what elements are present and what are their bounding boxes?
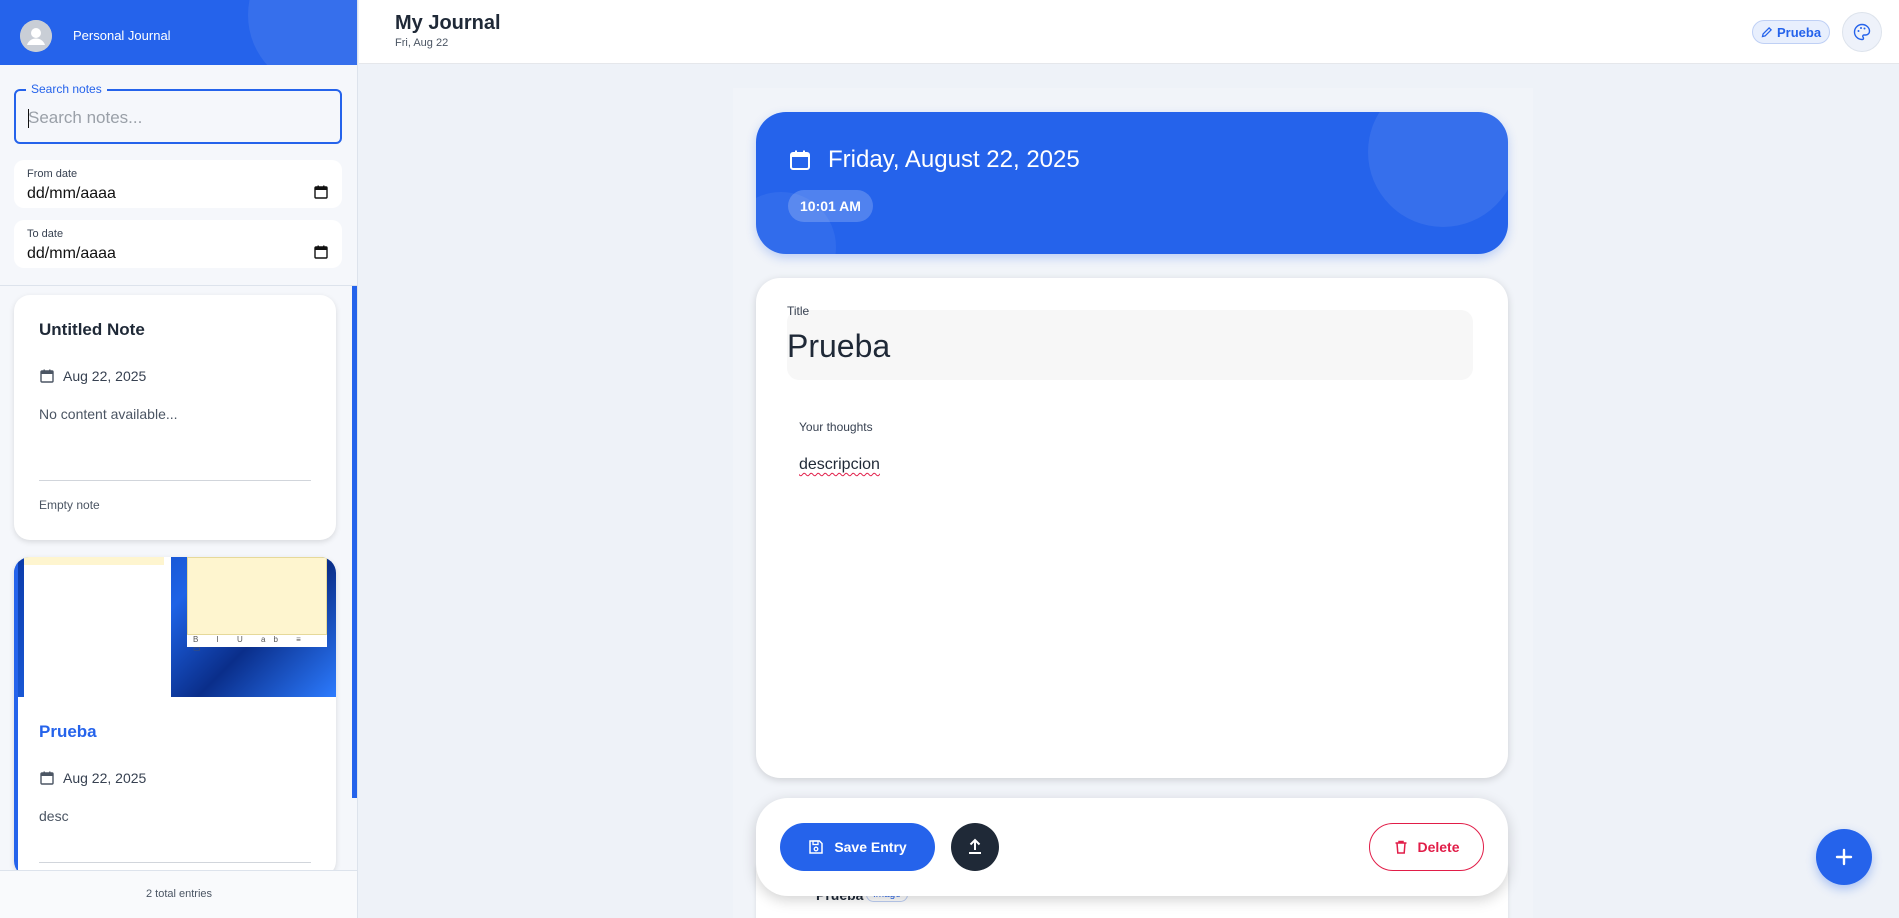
- floppy-disk-icon: [809, 840, 824, 854]
- search-field[interactable]: Search notes: [14, 82, 342, 144]
- text-caret: [28, 109, 29, 128]
- upload-button[interactable]: [951, 823, 999, 871]
- search-input[interactable]: [28, 108, 328, 128]
- title-input[interactable]: Prueba: [787, 328, 890, 365]
- thumbnail-sticky-note: [187, 557, 327, 635]
- entry-time: 10:01 AM: [788, 190, 873, 222]
- from-date-field[interactable]: From date dd/mm/aaaa: [14, 160, 342, 208]
- from-date-label: From date: [27, 168, 78, 180]
- thumbnail-panel: [24, 557, 171, 697]
- thumbnail-sticky-strip: [24, 557, 164, 565]
- calendar-icon: [790, 150, 810, 170]
- top-bar: My Journal Fri, Aug 22 Prueba: [359, 0, 1899, 64]
- save-entry-button[interactable]: Save Entry: [780, 823, 935, 871]
- calendar-icon: [40, 771, 54, 785]
- note-preview: desc: [39, 808, 69, 824]
- page-title: My Journal: [395, 12, 501, 34]
- header-decoration: [248, 0, 357, 65]
- sidebar-divider: [0, 285, 357, 286]
- note-date-text: Aug 22, 2025: [63, 368, 147, 384]
- page-subtitle: Fri, Aug 22: [395, 37, 449, 49]
- entry-date: Friday, August 22, 2025: [828, 146, 1080, 173]
- note-thumbnail: B I U ab ≡ ▭: [14, 557, 336, 697]
- calendar-icon: [40, 369, 54, 383]
- active-accent: [14, 557, 18, 877]
- calendar-icon[interactable]: [314, 185, 328, 199]
- add-entry-button[interactable]: [1816, 829, 1872, 885]
- user-avatar-icon[interactable]: [20, 20, 52, 52]
- delete-label: Delete: [1417, 839, 1460, 855]
- trash-icon: [1395, 840, 1407, 854]
- theme-button[interactable]: [1842, 12, 1882, 52]
- current-note-label: Prueba: [1777, 24, 1822, 40]
- action-bar: Save Entry Delete: [756, 798, 1508, 896]
- save-entry-label: Save Entry: [834, 839, 907, 855]
- note-card[interactable]: Untitled Note Aug 22, 2025 No content av…: [14, 295, 336, 540]
- thumbnail-toolbar: B I U ab ≡ ▭: [187, 635, 327, 653]
- calendar-icon[interactable]: [314, 245, 328, 259]
- title-label: Title: [787, 304, 810, 318]
- current-note-chip[interactable]: Prueba: [1752, 20, 1831, 44]
- search-label: Search notes: [26, 82, 107, 96]
- sidebar: Personal Journal Search notes From date …: [0, 0, 358, 918]
- thoughts-label: Your thoughts: [799, 420, 873, 434]
- entry-count: 2 total entries: [145, 888, 213, 900]
- sidebar-header: Personal Journal: [0, 0, 357, 65]
- note-divider: [39, 862, 311, 863]
- sidebar-footer: 2 total entries: [0, 870, 357, 918]
- note-date: Aug 22, 2025: [39, 368, 146, 384]
- entry-editor: Title Prueba Your thoughts descripcion: [756, 278, 1508, 778]
- from-date-value[interactable]: dd/mm/aaaa: [27, 185, 116, 203]
- sidebar-scrollbar[interactable]: [352, 286, 357, 798]
- note-preview: No content available...: [39, 406, 178, 422]
- to-date-value[interactable]: dd/mm/aaaa: [27, 245, 116, 263]
- delete-button[interactable]: Delete: [1369, 823, 1484, 871]
- upload-icon: [969, 838, 981, 854]
- hero-decoration: [1368, 112, 1508, 227]
- note-footer: Empty note: [39, 498, 100, 512]
- note-divider: [39, 480, 311, 481]
- note-title: Prueba: [39, 722, 97, 741]
- to-date-field[interactable]: To date dd/mm/aaaa: [14, 220, 342, 268]
- note-title: Untitled Note: [39, 320, 145, 339]
- thoughts-textarea[interactable]: descripcion: [799, 456, 880, 474]
- note-date-text: Aug 22, 2025: [63, 770, 147, 786]
- to-date-label: To date: [27, 228, 64, 240]
- entry-date-header: Friday, August 22, 2025 10:01 AM: [756, 112, 1508, 254]
- plus-icon: [1835, 848, 1853, 866]
- app-name: Personal Journal: [73, 28, 171, 43]
- note-card-active[interactable]: B I U ab ≡ ▭ Prueba Aug 22, 2025 desc: [14, 557, 336, 877]
- pencil-icon: [1761, 26, 1773, 38]
- palette-icon: [1853, 23, 1871, 41]
- note-date: Aug 22, 2025: [39, 770, 146, 786]
